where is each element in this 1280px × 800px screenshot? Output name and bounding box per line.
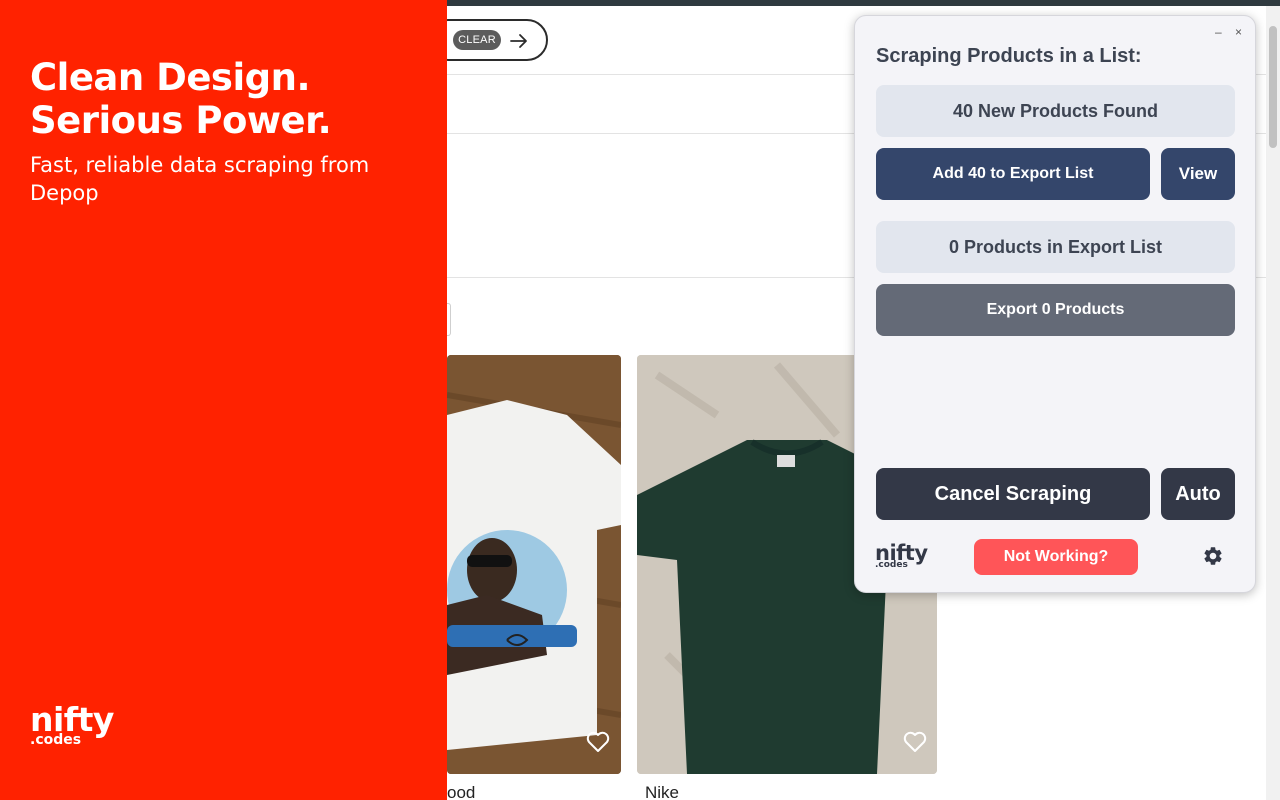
add-to-export-button[interactable]: Add 40 to Export List [876,148,1150,200]
product-card-brand: Nike [645,783,680,800]
minimize-button[interactable]: – [1215,26,1222,38]
products-found-status: 40 New Products Found [876,85,1235,137]
not-working-button[interactable]: Not Working? [974,539,1138,575]
nifty-codes-logo: nifty .codes [30,700,114,747]
scrollbar-thumb[interactable] [1269,26,1277,148]
logo-main-text: nifty [30,700,114,739]
nifty-codes-logo: nifty .codes [875,543,928,570]
product-card-image[interactable] [447,355,621,774]
gear-icon[interactable] [1202,545,1224,567]
view-button[interactable]: View [1161,148,1235,200]
promo-subtitle: Fast, reliable data scraping from Depop [30,153,370,205]
popup-title: Scraping Products in a List: [876,45,1142,67]
promo-panel: Clean Design. Serious Power. Fast, relia… [0,0,447,800]
cancel-scraping-button[interactable]: Cancel Scraping [876,468,1150,520]
heart-icon[interactable] [586,731,610,753]
product-photo-tshirt-white [447,355,621,774]
close-button[interactable]: × [1235,26,1242,38]
heart-icon[interactable] [903,731,927,753]
auto-button[interactable]: Auto [1161,468,1235,520]
clear-button[interactable]: CLEAR [453,30,501,50]
promo-headline-line2: Serious Power. [30,99,332,142]
product-card-brand: ood [447,783,476,800]
scraper-popup: – × Scraping Products in a List: 40 New … [854,15,1256,593]
promo-headline-line1: Clean Design. [30,56,311,99]
export-products-button[interactable]: Export 0 Products [876,284,1235,336]
export-list-status: 0 Products in Export List [876,221,1235,273]
promo-headline: Clean Design. Serious Power. [30,56,332,142]
page-scrollbar[interactable] [1266,6,1280,800]
arrow-right-icon[interactable] [507,29,531,53]
